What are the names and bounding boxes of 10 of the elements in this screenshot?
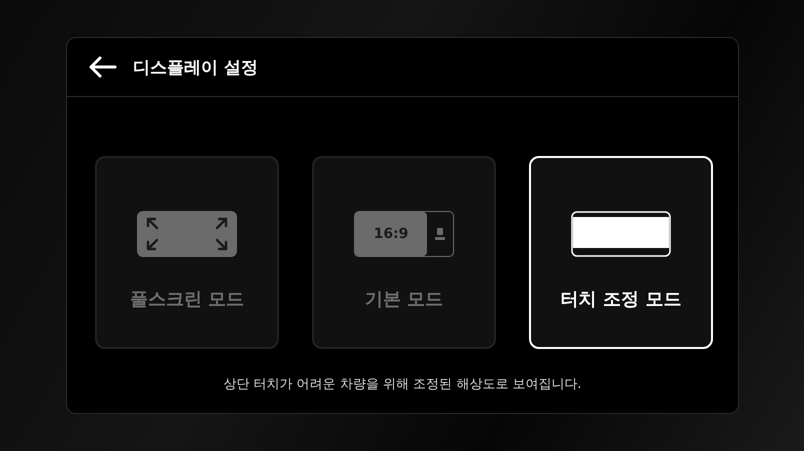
expand-icon bbox=[137, 211, 237, 257]
mode-option[interactable]: 터치 조정 모드 bbox=[529, 156, 713, 349]
mode-description: 상단 터치가 어려운 차량을 위해 조정된 해상도로 보여집니다. bbox=[222, 376, 583, 393]
back-button[interactable] bbox=[87, 55, 117, 79]
dialog-title: 디스플레이 설정 bbox=[133, 56, 258, 78]
screen-icon bbox=[571, 211, 671, 257]
back-arrow-icon bbox=[87, 55, 117, 79]
mode-option[interactable]: 16:9 기본 모드 bbox=[312, 156, 496, 349]
aspect-ratio-icon: 16:9 bbox=[354, 211, 454, 257]
mode-option[interactable]: 풀스크린 모드 bbox=[95, 156, 279, 349]
